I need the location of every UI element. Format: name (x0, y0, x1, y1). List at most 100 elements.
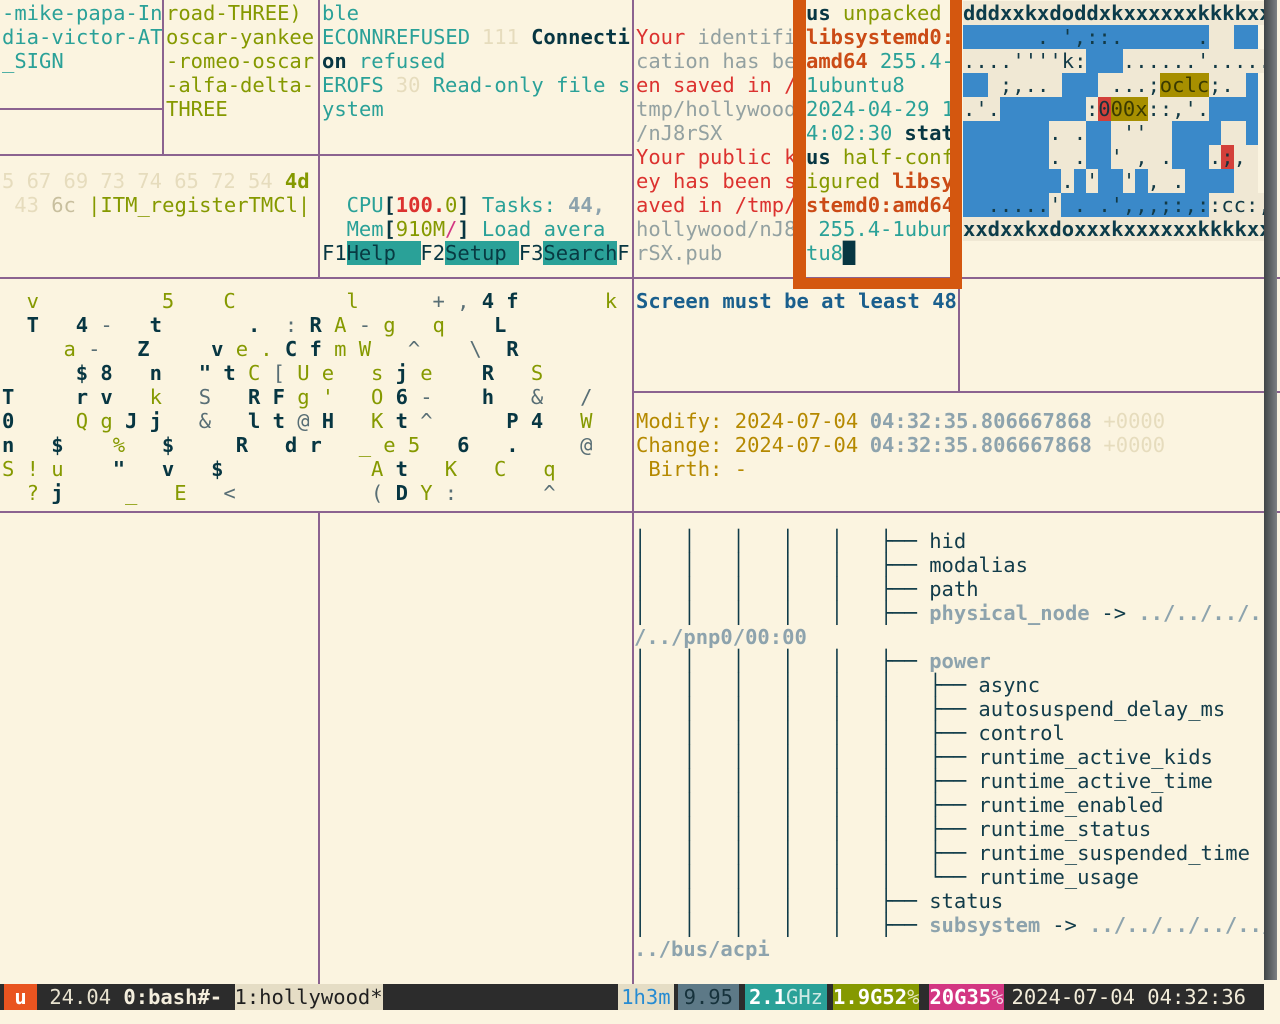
text-run: n (2, 433, 14, 457)
text-run: Z (137, 337, 149, 361)
text-run: 6 (457, 433, 469, 457)
text-run: │ (831, 769, 843, 793)
text-run: oscar-yankee (166, 25, 314, 49)
text-run: │ (782, 865, 794, 889)
text-run: 6 (396, 385, 408, 409)
text-run: R (310, 313, 322, 337)
text-run: - (100, 313, 112, 337)
pane-htop-row: Mem[910M/]Load avera (320, 217, 632, 241)
pane-ssh-keygen-row: ey has been s (634, 169, 794, 193)
text-run: runtime_usage (978, 865, 1138, 889)
text-run: │ (683, 769, 695, 793)
text-run: tmp/hollywood (636, 97, 794, 121)
text-run: Read-only file s (433, 73, 630, 97)
text-run: ├── (880, 553, 917, 577)
text-run: 00x (1111, 97, 1148, 121)
text-run: │ (782, 817, 794, 841)
tmux-window-hollywood[interactable]: 1:hollywood* (235, 984, 383, 1010)
status-bar: u 24.04 0:bash#- 1:hollywood* 1h3m 9.95 … (0, 984, 1264, 1010)
text-run: ├── (880, 529, 917, 553)
text-run: │ (634, 817, 646, 841)
text-run: . (260, 337, 272, 361)
text-run: ' (1111, 193, 1123, 217)
cpu-freq-unit: GHz (786, 985, 823, 1009)
text-run: d (285, 433, 297, 457)
scrollbar-thumb[interactable] (1264, 0, 1277, 980)
text-run: runtime_active_time (978, 769, 1213, 793)
text-run: 4 (482, 289, 494, 313)
text-run: $ (162, 433, 174, 457)
text-run: ├── (929, 841, 966, 865)
text-run: │ (732, 889, 744, 913)
text-run: S (199, 385, 211, 409)
text-run: ! (27, 457, 39, 481)
text-run: ├── (929, 769, 966, 793)
text-run: │ (880, 841, 892, 865)
text-run: ',::. (1061, 25, 1123, 49)
text-run: l (248, 409, 260, 433)
text-run: │ (782, 793, 794, 817)
pane-ascii-world-map: dddxxkxdoddxkxxxxxxkkkkxx .',::......'''… (962, 0, 1270, 277)
text-run: │ (683, 817, 695, 841)
text-run: ECONNREFUSED (322, 25, 470, 49)
text-run: v (100, 385, 112, 409)
pane-ssh-keygen-row: tmp/hollywood (634, 97, 794, 121)
memory-percent-sign: % (907, 985, 919, 1009)
pane-sysfs-tree-row: ││││││├──runtime_status (634, 817, 1268, 841)
text-run: [ (384, 217, 396, 241)
text-run: -> (1052, 913, 1077, 937)
text-run: │ (732, 769, 744, 793)
pane-ssh-keygen-row: hollywood/nJ8 (634, 217, 794, 241)
text-run: Help (347, 241, 421, 265)
text-run: Change: 2024-07-04 (636, 433, 858, 457)
pane-hexdump-row: 436c|ITM_registerTMCl| (0, 193, 318, 217)
text-run: '' (1111, 121, 1173, 145)
text-run: $ (51, 433, 63, 457)
text-run: . (506, 433, 518, 457)
text-run: │ (782, 913, 794, 937)
pane-char-rain: v5Cl+,4fkT4-t.:RA-gqLa-Zve.CfmW^\R$8n"tC… (0, 279, 632, 511)
text-run: Load avera (482, 217, 605, 241)
text-run: j (396, 361, 408, 385)
text-run: │ (831, 649, 843, 673)
text-run: │ (782, 769, 794, 793)
text-run: ^ (420, 409, 432, 433)
text-run: U (297, 361, 309, 385)
text-run: │ (880, 769, 892, 793)
pane-callsign-right-row: -alfa-delta- (164, 73, 318, 97)
pane-htop-row: F1Help F2Setup F3SearchF (320, 241, 632, 265)
pane-ssh-keygen-row: Your identifi (634, 25, 794, 49)
text-run: _ (359, 433, 371, 457)
pane-border-v5 (318, 513, 320, 984)
text-run: ; (1221, 145, 1233, 169)
text-run: C (285, 337, 297, 361)
text-run: │ (782, 553, 794, 577)
pane-char-rain-row: a-Zve.CfmW^\R (0, 337, 632, 361)
text-run: $ (76, 361, 88, 385)
tmux-window-bash[interactable]: 0:bash#- (123, 984, 234, 1010)
text-run: │ (782, 577, 794, 601)
text-run: 5 (408, 433, 420, 457)
text-run: CPU (347, 193, 384, 217)
text-run: │ (683, 601, 695, 625)
pane-ssh-keygen-row: Your public k (634, 145, 794, 169)
pane-char-rain-row: S!u"v$AtKCq (0, 457, 632, 481)
text-run: │ (732, 745, 744, 769)
pane-sysfs-tree-row: ││││││├──autosuspend_delay_ms (634, 697, 1268, 721)
text-run: │ (732, 529, 744, 553)
text-run: Screen must be at least 48 (636, 289, 957, 313)
pane-border-h4 (632, 391, 1280, 393)
text-run: A (334, 313, 346, 337)
pane-sysfs-tree-row: ││││││├──runtime_active_time (634, 769, 1268, 793)
text-run: 0 (1098, 97, 1110, 121)
text-run: │ (683, 577, 695, 601)
text-run: │ (782, 721, 794, 745)
text-run: │ (683, 745, 695, 769)
text-run: $ (211, 457, 223, 481)
text-run: +0000 (1103, 409, 1165, 433)
pane-border-h3 (0, 277, 1280, 279)
pane-border-h2 (0, 154, 632, 156)
text-run: 4 (531, 409, 543, 433)
text-run: ├── (929, 817, 966, 841)
pane-callsign-left-row: -mike-papa-In (0, 1, 162, 25)
